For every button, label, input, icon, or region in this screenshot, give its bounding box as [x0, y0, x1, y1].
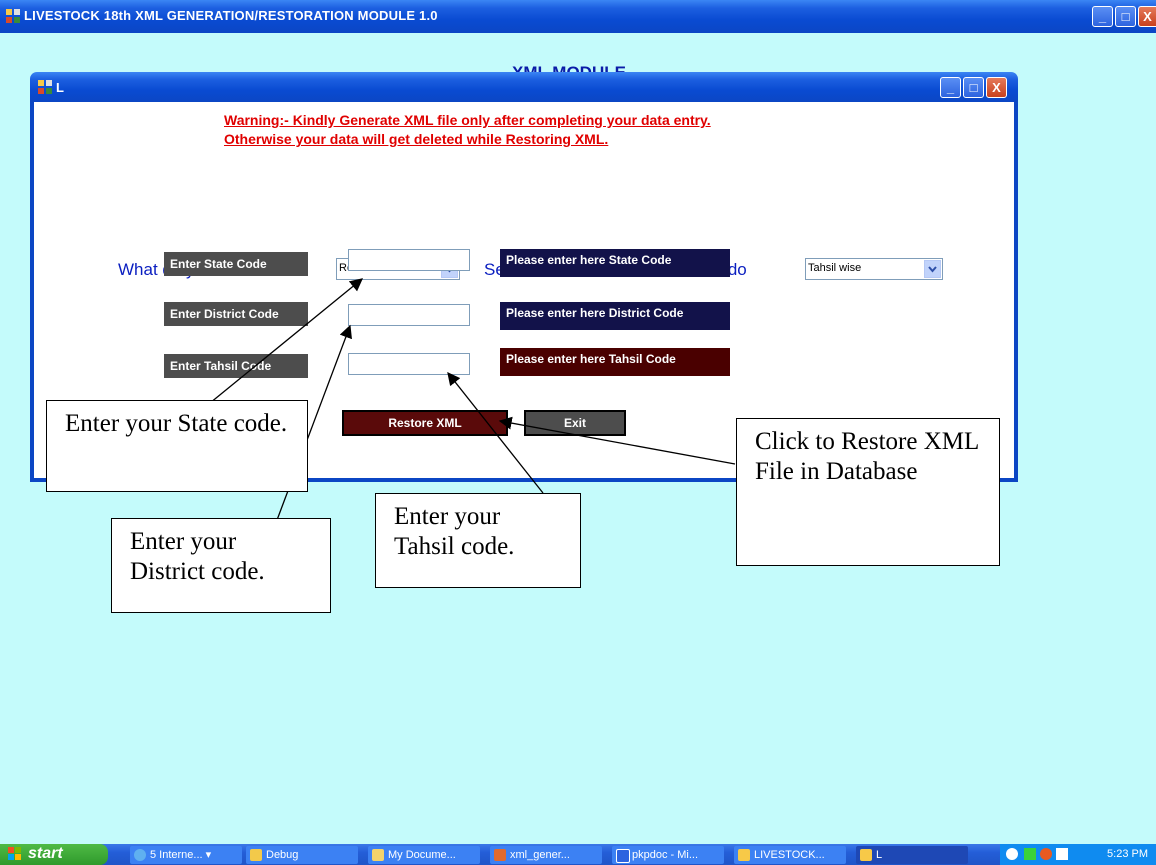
volume-icon[interactable]: [1056, 848, 1068, 860]
taskbar-item-label: My Docume...: [388, 849, 456, 861]
arrow-to-restore: [498, 416, 736, 465]
taskbar-item-label: Debug: [266, 849, 299, 861]
taskbar-item-livestock[interactable]: LIVESTOCK...: [734, 846, 846, 864]
antivirus-icon[interactable]: [1040, 848, 1052, 860]
word-icon: [616, 849, 630, 863]
district-annotation: Enter your District code.: [111, 518, 331, 613]
start-button[interactable]: start: [0, 844, 108, 865]
arrow-to-tahsil: [447, 371, 544, 494]
xml-icon: [494, 849, 506, 861]
clock: 5:23 PM: [1107, 848, 1148, 860]
taskbar-item-internet[interactable]: 5 Interne... ▾: [130, 846, 242, 864]
windows-logo-icon: [8, 847, 21, 860]
taskbar: start 5 Interne... ▾ Debug My Docume... …: [0, 844, 1156, 865]
tahsil-annotation: Enter your Tahsil code.: [375, 493, 581, 588]
network-icon[interactable]: [1024, 848, 1036, 860]
tray-expand-icon[interactable]: [1006, 848, 1018, 860]
taskbar-item-my-documents[interactable]: My Docume...: [368, 846, 480, 864]
system-tray: 5:23 PM: [1000, 844, 1156, 865]
restore-annotation: Click to Restore XML File in Database: [736, 418, 1000, 566]
taskbar-item-label: LIVESTOCK...: [754, 849, 825, 861]
taskbar-item-xml-gener[interactable]: xml_gener...: [490, 846, 602, 864]
taskbar-item-label: 5 Interne...: [150, 849, 203, 861]
taskbar-item-debug[interactable]: Debug: [246, 846, 358, 864]
taskbar-item-label: xml_gener...: [510, 849, 570, 861]
app-icon: [860, 849, 872, 861]
chevron-down-icon: ▾: [205, 849, 212, 861]
taskbar-item-pkpdoc[interactable]: pkpdoc - Mi...: [612, 846, 724, 864]
start-label: start: [28, 845, 63, 862]
taskbar-item-l[interactable]: L: [856, 846, 968, 864]
app-icon: [738, 849, 750, 861]
arrow-to-state: [209, 278, 364, 404]
taskbar-item-label: pkpdoc - Mi...: [632, 849, 699, 861]
folder-icon: [250, 849, 262, 861]
taskbar-item-label: L: [876, 849, 883, 861]
state-annotation: Enter your State code.: [46, 400, 308, 492]
ie-icon: [134, 849, 146, 861]
folder-icon: [372, 849, 384, 861]
